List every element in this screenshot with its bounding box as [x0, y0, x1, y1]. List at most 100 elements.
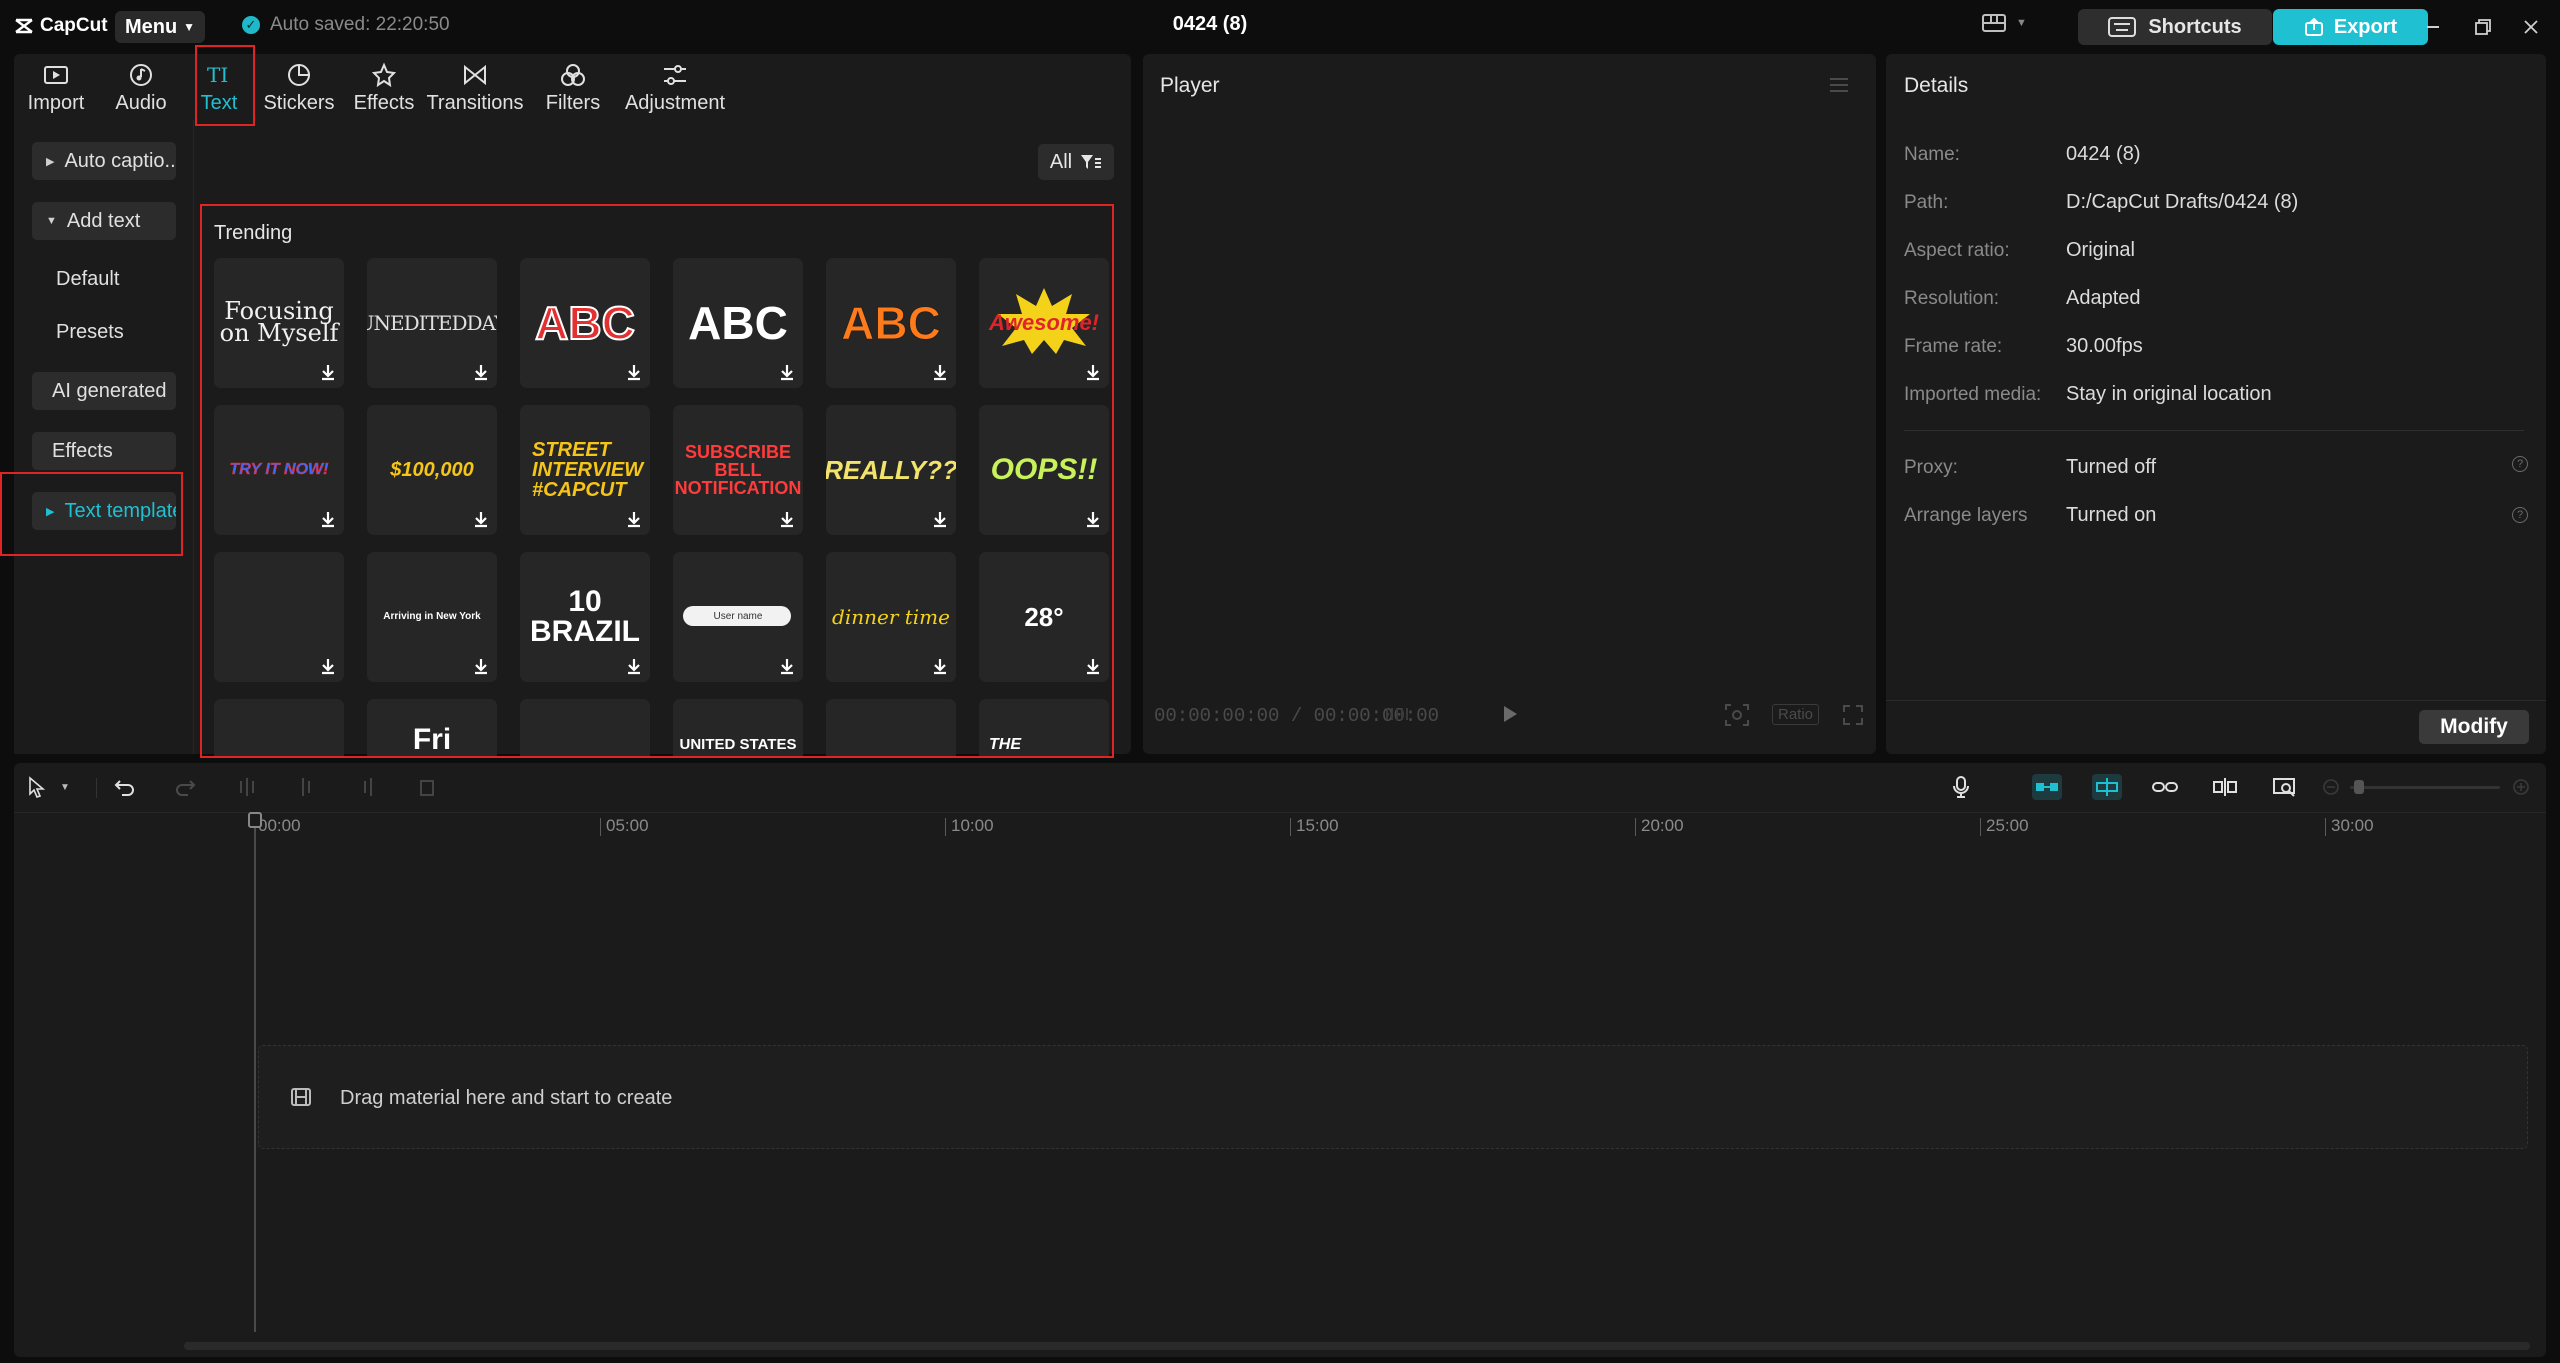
select-tool-dropdown[interactable]: ▼	[58, 774, 72, 800]
sidebar-item-effects[interactable]: Effects	[32, 432, 176, 470]
sidebar-item-presets[interactable]: Presets	[56, 321, 124, 344]
export-button[interactable]: Export	[2273, 9, 2428, 45]
template-card[interactable]: $100,000	[367, 405, 497, 535]
info-icon[interactable]: ?	[2512, 507, 2528, 523]
template-card[interactable]	[214, 699, 344, 756]
download-icon[interactable]	[318, 362, 338, 382]
template-card[interactable]: UNITED STATES	[673, 699, 803, 756]
download-icon[interactable]	[777, 656, 797, 676]
tab-stickers[interactable]: Stickers	[254, 54, 344, 120]
template-card[interactable]	[826, 699, 956, 756]
template-card[interactable]: REALLY??	[826, 405, 956, 535]
hamburger-menu-icon[interactable]	[1828, 76, 1850, 94]
snap-icon	[2096, 778, 2118, 796]
playhead-line[interactable]	[254, 812, 256, 1332]
template-card[interactable]: dinner time	[826, 552, 956, 682]
caret-right-icon: ▶	[46, 155, 55, 168]
layout-button[interactable]: ▼	[1982, 14, 2027, 32]
link-button[interactable]	[2152, 774, 2178, 800]
template-card[interactable]: THE	[979, 699, 1109, 756]
tab-transitions[interactable]: Transitions	[424, 54, 526, 120]
close-icon[interactable]	[2518, 14, 2544, 40]
main-track-magnet-button[interactable]	[2032, 774, 2062, 800]
download-icon[interactable]	[1083, 362, 1103, 382]
template-card[interactable]: ABC	[520, 258, 650, 388]
template-card[interactable]	[214, 552, 344, 682]
template-card[interactable]: SUBSCRIBE BELL NOTIFICATION	[673, 405, 803, 535]
download-icon[interactable]	[624, 656, 644, 676]
sidebar-item-ai-generated[interactable]: AI generated	[32, 372, 176, 410]
download-icon[interactable]	[624, 362, 644, 382]
zoom-in-button[interactable]	[2508, 774, 2534, 800]
split-button[interactable]	[234, 774, 260, 800]
tab-audio[interactable]: Audio	[98, 54, 184, 120]
tab-adjustment[interactable]: Adjustment	[620, 54, 730, 120]
template-card[interactable]: ABC	[673, 258, 803, 388]
download-icon[interactable]	[318, 509, 338, 529]
ratio-button[interactable]: Ratio	[1772, 704, 1820, 725]
import-icon	[44, 66, 68, 84]
split-left-button[interactable]	[294, 774, 320, 800]
zoom-slider[interactable]	[2350, 786, 2500, 789]
template-grid: Focusing on Myself UNEDITEDDAY ABC ABC A…	[200, 204, 1114, 758]
download-icon[interactable]	[930, 656, 950, 676]
zoom-slider-handle[interactable]	[2354, 780, 2364, 794]
preview-axis-button[interactable]	[2212, 774, 2238, 800]
auto-snap-button[interactable]	[2092, 774, 2122, 800]
tab-filters[interactable]: Filters	[526, 54, 620, 120]
download-icon[interactable]	[1083, 509, 1103, 529]
info-icon[interactable]: ?	[2512, 456, 2528, 472]
minimize-icon[interactable]	[2420, 14, 2446, 40]
download-icon[interactable]	[471, 362, 491, 382]
template-card[interactable]: User name	[673, 552, 803, 682]
template-card[interactable]: Fri	[367, 699, 497, 756]
download-icon[interactable]	[471, 656, 491, 676]
menu-button[interactable]: Menu ▼	[115, 11, 205, 43]
template-card[interactable]: OOPS!!	[979, 405, 1109, 535]
tab-effects[interactable]: Effects	[344, 54, 424, 120]
download-icon[interactable]	[1083, 656, 1103, 676]
select-tool-button[interactable]	[24, 774, 50, 800]
zoom-fit-button[interactable]	[2272, 774, 2298, 800]
waveform-icon[interactable]	[1384, 704, 1412, 724]
delete-button[interactable]	[414, 774, 440, 800]
play-icon[interactable]	[1500, 703, 1520, 725]
download-icon[interactable]	[777, 362, 797, 382]
shortcuts-button[interactable]: Shortcuts	[2078, 9, 2272, 45]
download-icon[interactable]	[624, 509, 644, 529]
sidebar-item-add-text[interactable]: ▼ Add text	[32, 202, 176, 240]
template-card[interactable]: ABC	[826, 258, 956, 388]
undo-button[interactable]	[112, 774, 138, 800]
screenshot-icon[interactable]	[1724, 703, 1750, 727]
split-right-button[interactable]	[354, 774, 380, 800]
template-card[interactable]: TRY IT NOW!	[214, 405, 344, 535]
sidebar-item-auto-captions[interactable]: ▶ Auto captio...	[32, 142, 176, 180]
download-icon[interactable]	[777, 509, 797, 529]
download-icon[interactable]	[930, 362, 950, 382]
ruler-tick	[1635, 818, 1636, 836]
template-card[interactable]: STREET INTERVIEW #CAPCUT	[520, 405, 650, 535]
modify-button[interactable]: Modify	[2419, 710, 2529, 744]
fullscreen-icon[interactable]	[1842, 704, 1864, 726]
template-card[interactable]: Focusing on Myself	[214, 258, 344, 388]
time-ruler[interactable]	[180, 812, 2546, 842]
redo-icon	[176, 780, 196, 796]
download-icon[interactable]	[930, 509, 950, 529]
restore-icon[interactable]	[2470, 14, 2496, 40]
template-card[interactable]: Arriving in New York	[367, 552, 497, 682]
record-voice-button[interactable]	[1948, 774, 1974, 800]
filter-all-button[interactable]: All	[1038, 144, 1114, 180]
timeline-scrollbar[interactable]	[184, 1342, 2530, 1350]
template-card[interactable]	[520, 699, 650, 756]
redo-button[interactable]	[172, 774, 198, 800]
template-card[interactable]: 28°	[979, 552, 1109, 682]
tab-import[interactable]: Import	[14, 54, 98, 120]
template-card[interactable]: 10 BRAZIL	[520, 552, 650, 682]
download-icon[interactable]	[471, 509, 491, 529]
sidebar-item-default[interactable]: Default	[56, 268, 119, 291]
zoom-out-button[interactable]	[2318, 774, 2344, 800]
template-card[interactable]: Awesome!	[979, 258, 1109, 388]
template-card[interactable]: UNEDITEDDAY	[367, 258, 497, 388]
download-icon[interactable]	[318, 656, 338, 676]
playhead-handle[interactable]	[248, 812, 262, 828]
